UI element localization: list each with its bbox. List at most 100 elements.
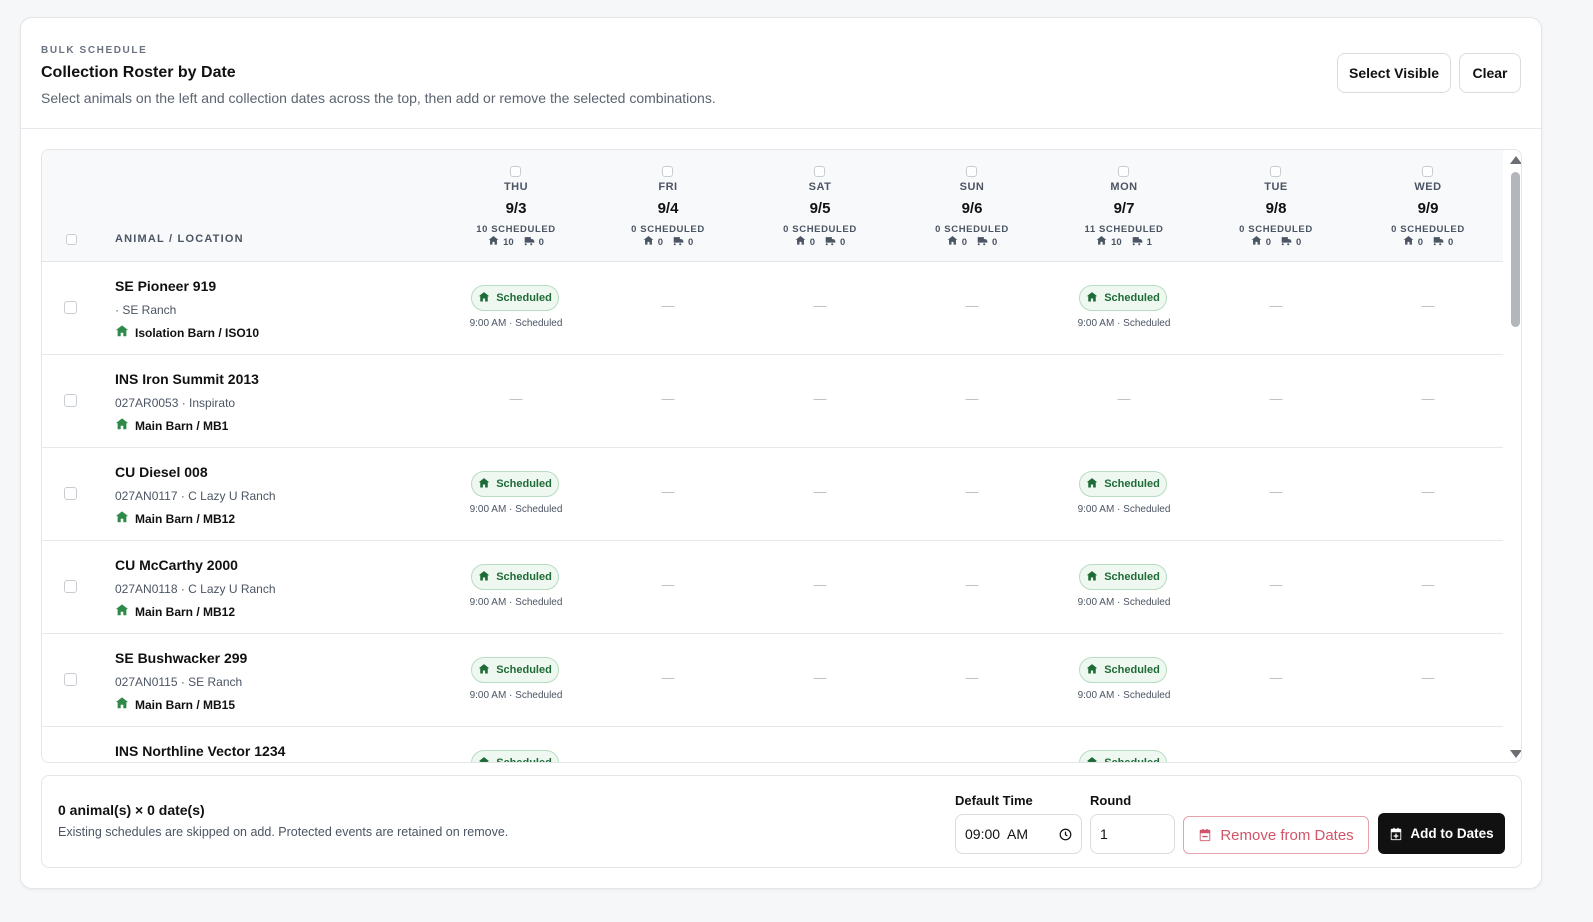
barn-icon (1251, 235, 1262, 249)
scheduled-time: 9:00 AM · Scheduled (1077, 597, 1171, 608)
table-row: CU Diesel 008 027AN0117 · C Lazy U Ranch M… (42, 448, 1503, 541)
scheduled-badge[interactable]: Scheduled (1079, 750, 1167, 762)
schedule-cell[interactable]: — (1200, 541, 1352, 634)
round-input[interactable]: 1 (1090, 814, 1175, 854)
scheduled-badge[interactable]: Scheduled (471, 285, 559, 311)
schedule-cell[interactable]: Scheduled9:00 AM · Scheduled (440, 727, 592, 762)
barn-icon (1403, 235, 1414, 249)
day-of-week: SAT (808, 181, 832, 193)
barn-icon (488, 235, 499, 249)
add-to-dates-button[interactable]: Add to Dates (1378, 813, 1505, 854)
schedule-cell[interactable]: Scheduled9:00 AM · Scheduled (440, 634, 592, 727)
barn-icon (1086, 291, 1098, 306)
truck-icon (1132, 235, 1143, 249)
animal-name: INS Iron Summit 2013 (115, 371, 259, 387)
select-visible-button[interactable]: Select Visible (1337, 53, 1451, 93)
schedule-cell[interactable]: — (744, 262, 896, 355)
schedule-cell[interactable]: — (1352, 448, 1504, 541)
schedule-cell[interactable]: — (592, 727, 744, 762)
scheduled-badge[interactable]: Scheduled (471, 657, 559, 683)
scheduled-badge[interactable]: Scheduled (1079, 471, 1167, 497)
empty-cell-mark: — (1421, 298, 1435, 313)
grid-scrollbar[interactable] (1507, 150, 1521, 762)
schedule-cell[interactable]: Scheduled9:00 AM · Scheduled (1048, 448, 1200, 541)
schedule-cell[interactable]: — (744, 727, 896, 762)
schedule-cell[interactable]: Scheduled9:00 AM · Scheduled (1048, 262, 1200, 355)
schedule-cell[interactable]: — (592, 541, 744, 634)
truck-icon (1433, 235, 1444, 249)
row-select-checkbox[interactable] (64, 394, 77, 407)
date-select-checkbox[interactable] (1270, 166, 1281, 177)
row-select-checkbox[interactable] (64, 301, 77, 314)
scheduled-badge[interactable]: Scheduled (471, 471, 559, 497)
schedule-cell[interactable]: — (744, 355, 896, 448)
schedule-cell[interactable]: — (1352, 262, 1504, 355)
schedule-cell[interactable]: — (1352, 634, 1504, 727)
scheduled-badge[interactable]: Scheduled (1079, 285, 1167, 311)
date-select-checkbox[interactable] (510, 166, 521, 177)
date-number: 9/4 (657, 200, 679, 217)
scheduled-badge[interactable]: Scheduled (471, 750, 559, 762)
scheduled-badge[interactable]: Scheduled (1079, 657, 1167, 683)
empty-cell-mark: — (813, 298, 827, 313)
schedule-cell[interactable]: Scheduled9:00 AM · Scheduled (440, 448, 592, 541)
remove-from-dates-button[interactable]: Remove from Dates (1183, 816, 1369, 854)
date-select-checkbox[interactable] (966, 166, 977, 177)
schedule-cell[interactable]: — (592, 448, 744, 541)
schedule-cell[interactable]: — (1200, 634, 1352, 727)
schedule-cell[interactable]: — (896, 541, 1048, 634)
default-time-input[interactable]: 09:00 AM (955, 814, 1082, 854)
schedule-cell[interactable]: — (896, 727, 1048, 762)
row-select-checkbox[interactable] (64, 673, 77, 686)
default-time-value: 09:00 AM (965, 826, 1029, 842)
scrollbar-thumb[interactable] (1511, 172, 1520, 327)
row-select-checkbox[interactable] (64, 487, 77, 500)
schedule-cell[interactable]: — (744, 634, 896, 727)
default-time-label: Default Time (955, 793, 1033, 808)
schedule-cell[interactable]: Scheduled9:00 AM · Scheduled (1048, 634, 1200, 727)
date-select-checkbox[interactable] (662, 166, 673, 177)
scroll-down-arrow[interactable] (1510, 750, 1521, 758)
schedule-cell[interactable]: — (896, 355, 1048, 448)
scheduled-badge[interactable]: Scheduled (471, 564, 559, 590)
date-number: 9/3 (505, 200, 527, 217)
schedule-cell[interactable]: — (1200, 355, 1352, 448)
schedule-breakdown: 00 (744, 235, 896, 249)
schedule-cell[interactable]: — (896, 448, 1048, 541)
date-number: 9/8 (1265, 200, 1287, 217)
select-all-checkbox[interactable] (66, 234, 77, 245)
empty-cell-mark: — (661, 670, 675, 685)
schedule-cell[interactable]: — (1048, 355, 1200, 448)
schedule-cell[interactable]: Scheduled9:00 AM · Scheduled (440, 262, 592, 355)
schedule-cell[interactable]: — (592, 262, 744, 355)
schedule-cell[interactable]: — (1200, 262, 1352, 355)
date-select-checkbox[interactable] (1118, 166, 1129, 177)
schedule-cell[interactable]: — (1352, 355, 1504, 448)
scroll-up-arrow[interactable] (1510, 156, 1521, 164)
schedule-cell[interactable]: — (744, 541, 896, 634)
scheduled-badge[interactable]: Scheduled (1079, 564, 1167, 590)
schedule-cell[interactable]: — (896, 634, 1048, 727)
truck-count: 0 (538, 236, 544, 248)
table-row: SE Pioneer 919 · SE Ranch Isolation Barn /… (42, 262, 1503, 355)
date-select-checkbox[interactable] (814, 166, 825, 177)
clear-button[interactable]: Clear (1459, 53, 1521, 93)
schedule-cell[interactable]: — (1200, 448, 1352, 541)
barn-icon (795, 235, 806, 249)
day-of-week: THU (503, 181, 529, 193)
schedule-cell[interactable]: — (1200, 727, 1352, 762)
schedule-cell[interactable]: — (744, 448, 896, 541)
schedule-cell[interactable]: — (1352, 541, 1504, 634)
schedule-cell[interactable]: — (592, 355, 744, 448)
schedule-cell[interactable]: Scheduled 9:00 AM · Scheduled (1048, 541, 1200, 634)
date-select-checkbox[interactable] (1422, 166, 1433, 177)
row-select-checkbox[interactable] (64, 580, 77, 593)
schedule-cell[interactable]: — (592, 634, 744, 727)
schedule-cell[interactable]: Scheduled9:00 AM · Scheduled (1048, 727, 1200, 762)
schedule-cell[interactable]: — (440, 355, 592, 448)
schedule-cell[interactable]: — (896, 262, 1048, 355)
schedule-breakdown: 00 (1352, 235, 1504, 249)
schedule-cell[interactable]: — (1352, 727, 1504, 762)
schedule-cell[interactable]: Scheduled9:00 AM · Scheduled (440, 541, 592, 634)
truck-icon (977, 235, 988, 249)
